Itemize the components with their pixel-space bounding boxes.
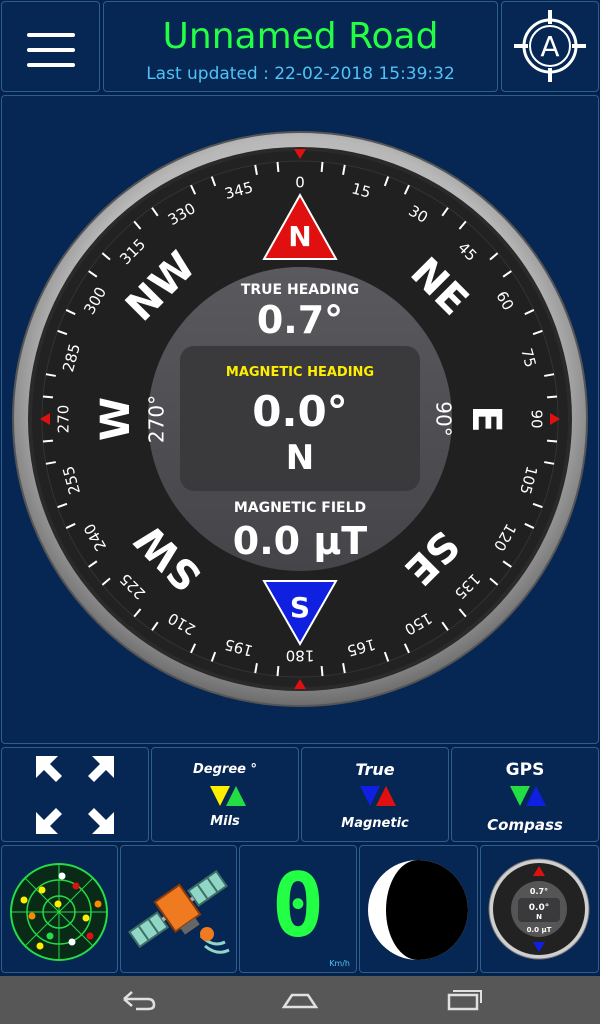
recent-apps-icon[interactable] — [443, 985, 483, 1015]
green-blue-triangles-icon — [510, 786, 546, 806]
location-title: Unnamed Road — [162, 16, 439, 57]
true-magnetic-toggle[interactable]: True Magnetic — [301, 747, 449, 842]
speed-unit: Km/h — [329, 959, 350, 968]
home-icon[interactable] — [280, 985, 320, 1015]
gps-compass-toggle[interactable]: GPS Compass — [451, 747, 599, 842]
system-nav-bar — [0, 976, 600, 1024]
yellow-green-triangles-icon — [210, 786, 246, 806]
magnetic-heading-direction: N — [286, 438, 314, 478]
true-heading-value: 0.7° — [257, 298, 343, 342]
magnetic-field-label: MAGNETIC FIELD — [234, 500, 366, 516]
blue-red-triangles-icon — [360, 786, 396, 806]
compass-tick — [320, 161, 324, 173]
true-heading-label: TRUE HEADING — [241, 282, 359, 298]
fullscreen-icon — [36, 756, 114, 834]
mini-compass-icon: 0.7° 0.0° N 0.0 µT — [488, 858, 590, 960]
back-icon[interactable] — [118, 985, 158, 1015]
compass-dial[interactable]: 0 153045607590105120135150165180195210225… — [2, 96, 598, 743]
south-letter: S — [290, 591, 310, 624]
cardinal-w: W — [93, 397, 139, 441]
magnetic-heading-label: MAGNETIC HEADING — [226, 365, 374, 380]
sky-view-icon — [10, 863, 108, 961]
mini-direction: N — [536, 913, 542, 921]
moon-phase-button[interactable] — [359, 845, 478, 973]
compass-tick — [546, 395, 558, 399]
menu-button[interactable] — [1, 1, 100, 92]
mils-label: Mils — [210, 814, 240, 829]
mini-compass-button[interactable]: 0.7° 0.0° N 0.0 µT — [480, 845, 599, 973]
speed-value: 0 — [271, 854, 325, 957]
moon-phase-icon — [368, 860, 468, 960]
degree-label: 0 — [295, 174, 305, 192]
true-label: True — [355, 760, 395, 779]
satellite-sky-view-button[interactable] — [1, 845, 118, 973]
satellite-button[interactable] — [120, 845, 237, 973]
side-degree-left: 270° — [145, 395, 169, 443]
side-degree-right: 90° — [432, 401, 456, 436]
compass-tick — [320, 665, 324, 677]
satellite-icon — [128, 869, 230, 954]
gps-label: GPS — [505, 760, 545, 780]
svg-text:A: A — [540, 30, 559, 63]
compass-tick — [42, 395, 54, 399]
magnetic-heading-value: 0.0° — [252, 387, 347, 436]
degree-label: Degree ° — [193, 762, 257, 777]
compass-label: Compass — [487, 816, 563, 834]
compass-tick — [42, 439, 54, 443]
degree-label: 90 — [528, 409, 546, 428]
degree-label: 270 — [55, 405, 73, 434]
location-header: Unnamed Road Last updated : 22-02-2018 1… — [103, 1, 498, 92]
north-letter: N — [288, 220, 311, 253]
last-updated: Last updated : 22-02-2018 15:39:32 — [146, 64, 455, 84]
mini-field: 0.0 µT — [527, 926, 552, 934]
compass-tick — [276, 161, 280, 173]
compass-panel: 0 15 30 45 60 75 90 105 120 135 150 165 180 195 210 225… — [1, 95, 599, 744]
magnetic-label: Magnetic — [341, 816, 409, 831]
degree-label: 180 — [286, 647, 315, 665]
compass-tick — [546, 439, 558, 443]
cardinal-e: E — [463, 405, 509, 432]
compass-mode-button[interactable]: A — [501, 1, 599, 92]
fullscreen-button[interactable] — [1, 747, 149, 842]
crosshair-a-icon: A — [514, 10, 586, 82]
mini-magnetic-heading: 0.0° — [529, 903, 549, 913]
compass-tick — [276, 665, 280, 677]
degree-mils-toggle[interactable]: Degree ° Mils — [151, 747, 299, 842]
mini-true-heading: 0.7° — [530, 887, 548, 896]
speedometer-button[interactable]: 0 Km/h — [239, 845, 357, 973]
magnetic-field-value: 0.0 µT — [233, 519, 368, 563]
